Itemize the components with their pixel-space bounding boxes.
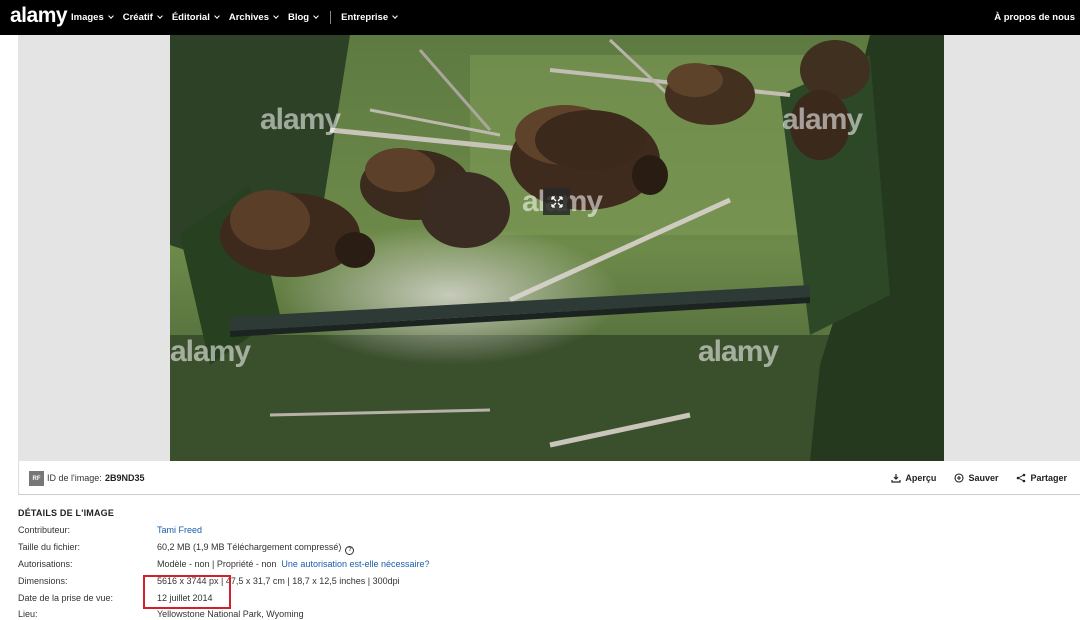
chevron-down-icon	[107, 13, 114, 19]
info-icon[interactable]: ?	[345, 546, 355, 555]
watermark: alamy	[170, 335, 251, 368]
preview-button[interactable]: Aperçu	[891, 473, 936, 483]
save-button[interactable]: Sauver	[954, 473, 998, 483]
image-id-label: ID de l'image:	[47, 473, 102, 483]
contributor-link[interactable]: Tami Freed	[157, 525, 202, 535]
detail-row-filesize: Taille du fichier: 60,2 MB (1,9 MB Téléc…	[18, 542, 718, 555]
chevron-down-icon	[157, 13, 163, 19]
stock-photo-bison[interactable]: alamy alamy alamy alamy alamy	[170, 35, 944, 461]
plus-circle-icon	[954, 473, 964, 483]
location-label: Lieu:	[18, 609, 38, 619]
filesize-value: 60,2 MB (1,9 MB Téléchargement compressé…	[157, 542, 342, 552]
image-id-value: 2B9ND35	[105, 473, 145, 483]
releases-label: Autorisations:	[18, 559, 73, 569]
top-navigation-bar: alamy Images Créatif Éditorial Archives …	[0, 0, 1080, 35]
location-value: Yellowstone National Park, Wyoming	[157, 609, 304, 619]
contributor-label: Contributeur:	[18, 525, 71, 535]
nav-blog[interactable]: Blog	[288, 12, 319, 23]
nav-creatif[interactable]: Créatif	[123, 12, 163, 23]
chevron-down-icon	[273, 13, 279, 19]
chevron-down-icon	[392, 13, 398, 19]
nav-divider	[330, 11, 332, 24]
watermark: alamy	[260, 103, 341, 136]
details-heading: DÉTAILS DE L'IMAGE	[18, 508, 115, 518]
nav-entreprise[interactable]: Entreprise	[341, 12, 398, 23]
detail-row-dimensions: Dimensions: 5616 x 3744 px | 47,5 x 31,7…	[18, 576, 718, 588]
date-label: Date de la prise de vue:	[18, 593, 114, 603]
image-action-bar: RF ID de l'image: 2B9ND35 Aperçu Sauver …	[18, 461, 1080, 495]
chevron-down-icon	[214, 13, 220, 19]
dimensions-label: Dimensions:	[18, 576, 68, 586]
expand-icon	[550, 195, 563, 208]
detail-row-date: Date de la prise de vue: 12 juillet 2014	[18, 593, 718, 605]
watermark: alamy	[782, 103, 863, 136]
watermark: alamy	[698, 335, 779, 368]
detail-row-releases: Autorisations: Modèle - non | Propriété …	[18, 559, 718, 571]
about-link[interactable]: À propos de nous	[994, 0, 1075, 35]
image-actions: Aperçu Sauver Partager	[873, 461, 1067, 495]
detail-row-contributor: Contributeur: Tami Freed	[18, 525, 718, 537]
nav-editorial[interactable]: Éditorial	[172, 12, 220, 23]
download-icon	[891, 474, 902, 483]
alamy-logo[interactable]: alamy	[10, 4, 68, 28]
detail-row-location: Lieu: Yellowstone National Park, Wyoming	[18, 609, 718, 620]
image-viewer: alamy alamy alamy alamy alamy	[18, 35, 1080, 461]
rf-license-badge: RF	[29, 471, 44, 486]
nav-archives[interactable]: Archives	[229, 12, 279, 23]
filesize-label: Taille du fichier:	[18, 542, 81, 552]
share-icon	[1017, 473, 1026, 483]
image-details: DÉTAILS DE L'IMAGE	[18, 508, 718, 518]
releases-value: Modèle - non | Propriété - non	[157, 559, 277, 569]
photo-illustration	[170, 35, 944, 461]
main-nav: Images Créatif Éditorial Archives Blog E…	[71, 0, 407, 35]
red-highlight-box	[143, 575, 231, 609]
nav-images[interactable]: Images	[71, 12, 114, 23]
release-needed-link[interactable]: Une autorisation est-elle nécessaire?	[281, 559, 429, 569]
share-button[interactable]: Partager	[1016, 473, 1067, 483]
expand-fullscreen-button[interactable]	[543, 188, 570, 215]
chevron-down-icon	[313, 13, 319, 19]
